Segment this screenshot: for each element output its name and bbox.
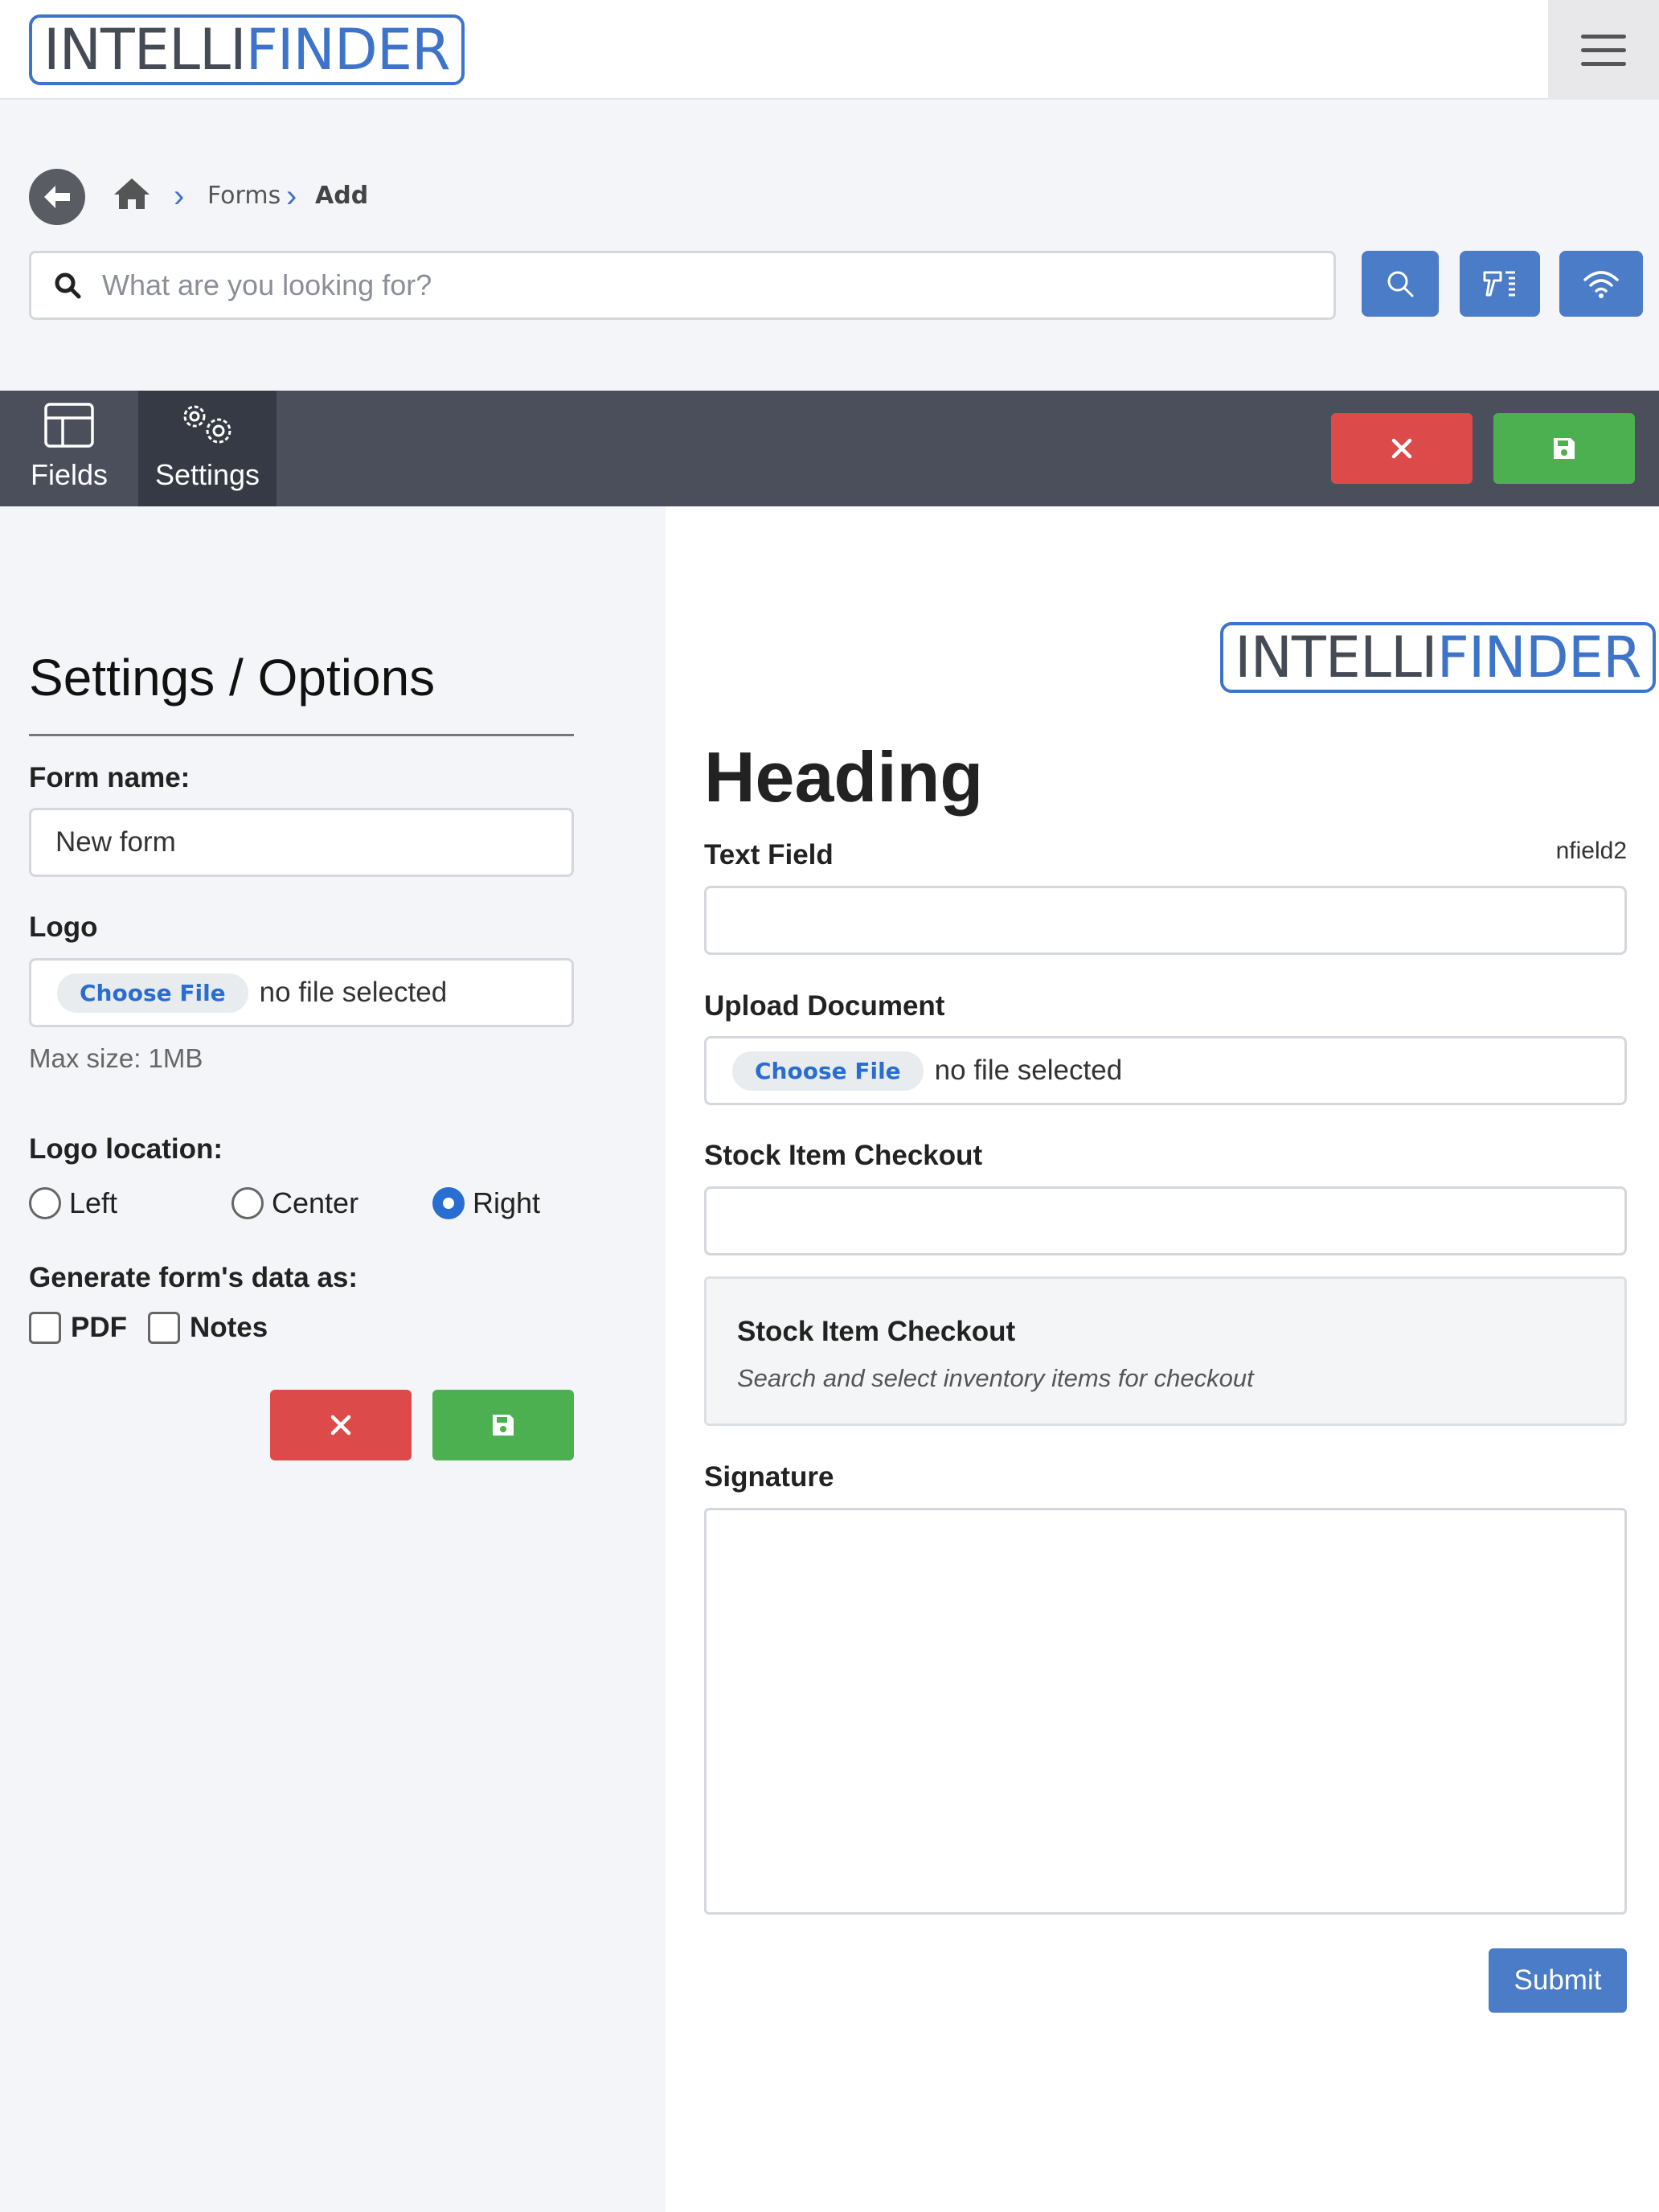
- checkbox-pdf[interactable]: PDF: [29, 1312, 127, 1344]
- logo-location-label: Logo location:: [29, 1133, 223, 1165]
- checkbox-box[interactable]: [29, 1312, 61, 1344]
- home-link[interactable]: [113, 177, 151, 215]
- breadcrumb-forms[interactable]: Forms: [207, 182, 281, 210]
- checkbox-pdf-label: PDF: [71, 1312, 127, 1343]
- checkbox-notes-label: Notes: [190, 1312, 268, 1343]
- text-field-input[interactable]: [704, 886, 1627, 955]
- submit-button[interactable]: Submit: [1489, 1948, 1627, 2013]
- wifi-button[interactable]: [1559, 251, 1643, 317]
- settings-save-button[interactable]: [432, 1390, 574, 1460]
- settings-title: Settings / Options: [29, 649, 436, 707]
- radio-circle[interactable]: [231, 1187, 264, 1219]
- stock-item-input[interactable]: [704, 1186, 1627, 1256]
- save-button[interactable]: [1493, 413, 1635, 484]
- search-input[interactable]: [102, 268, 1268, 302]
- upload-document-label: Upload Document: [704, 990, 945, 1022]
- scanner-icon: [1483, 271, 1515, 297]
- tab-settings[interactable]: Settings: [138, 391, 276, 506]
- generate-as-label: Generate form's data as:: [29, 1262, 358, 1293]
- form-name-input[interactable]: New form: [29, 808, 574, 877]
- brand-logo[interactable]: INTELLI FINDER: [29, 14, 465, 85]
- settings-cancel-button[interactable]: [270, 1390, 412, 1460]
- builder-toolbar: Fields Settings: [0, 391, 1659, 506]
- hamburger-icon: [1581, 34, 1626, 39]
- radio-circle-selected[interactable]: [432, 1187, 465, 1219]
- checkbox-notes[interactable]: Notes: [148, 1312, 268, 1344]
- text-field-label: Text Field: [704, 839, 834, 870]
- hamburger-line: [1581, 47, 1626, 52]
- stock-card-title: Stock Item Checkout: [737, 1316, 1016, 1347]
- logo-text-part1: INTELLI: [1235, 625, 1438, 690]
- no-file-text: no file selected: [259, 977, 448, 1008]
- stock-item-card[interactable]: Stock Item Checkout Search and select in…: [704, 1276, 1627, 1426]
- save-icon: [1554, 438, 1575, 459]
- stock-item-label: Stock Item Checkout: [704, 1140, 983, 1171]
- choose-file-button[interactable]: Choose File: [732, 1051, 924, 1091]
- logo-text-part1: INTELLI: [43, 17, 247, 83]
- gears-icon: [183, 405, 231, 444]
- hamburger-menu-button[interactable]: [1548, 0, 1659, 100]
- logo-file-input[interactable]: Choose File no file selected: [29, 958, 574, 1027]
- save-icon: [493, 1415, 514, 1436]
- radio-circle[interactable]: [29, 1187, 61, 1219]
- form-name-label: Form name:: [29, 762, 190, 793]
- tab-fields-label: Fields: [30, 458, 109, 491]
- arrow-left-icon: [44, 186, 70, 208]
- breadcrumb-add: Add: [315, 182, 369, 210]
- logo-text-part2: FINDER: [245, 17, 451, 83]
- divider: [29, 734, 574, 736]
- radio-logo-right[interactable]: Right: [432, 1186, 540, 1220]
- search-icon: [1387, 271, 1414, 297]
- layout-icon: [44, 403, 94, 448]
- preview-logo: INTELLI FINDER: [1220, 622, 1656, 693]
- cancel-button[interactable]: [1331, 413, 1473, 484]
- wifi-icon: [1583, 271, 1619, 298]
- radio-logo-left[interactable]: Left: [29, 1186, 117, 1220]
- search-icon: [55, 272, 81, 299]
- signature-pad[interactable]: [704, 1508, 1627, 1915]
- barcode-scan-button[interactable]: [1460, 251, 1540, 317]
- radio-logo-center[interactable]: Center: [231, 1186, 358, 1220]
- chevron-right-icon: ›: [174, 178, 185, 214]
- upload-document-input[interactable]: Choose File no file selected: [704, 1036, 1627, 1105]
- chevron-right-icon: ›: [286, 178, 297, 214]
- home-icon: [114, 178, 150, 209]
- form-heading[interactable]: Heading: [704, 736, 983, 818]
- search-bar[interactable]: [29, 251, 1336, 320]
- radio-center-label: Center: [272, 1186, 359, 1219]
- checkbox-box[interactable]: [148, 1312, 180, 1344]
- back-button[interactable]: [29, 169, 85, 225]
- radio-left-label: Left: [69, 1186, 118, 1219]
- close-icon: [1391, 438, 1412, 459]
- close-icon: [330, 1415, 351, 1436]
- logo-text-part2: FINDER: [1436, 625, 1642, 690]
- field-id: nfield2: [1555, 838, 1627, 864]
- tab-fields[interactable]: Fields: [0, 391, 138, 506]
- radio-right-label: Right: [473, 1186, 541, 1219]
- max-size-help: Max size: 1MB: [29, 1043, 203, 1073]
- form-preview-panel: INTELLI FINDER Heading Text Field nfield2…: [666, 506, 1659, 2212]
- search-button[interactable]: [1362, 251, 1439, 317]
- tab-settings-label: Settings: [154, 458, 260, 491]
- choose-file-button[interactable]: Choose File: [57, 973, 248, 1013]
- stock-card-description: Search and select inventory items for ch…: [737, 1364, 1254, 1392]
- signature-label: Signature: [704, 1461, 834, 1493]
- hamburger-line: [1581, 61, 1626, 66]
- logo-label: Logo: [29, 911, 98, 943]
- settings-panel: Settings / Options Form name: New form L…: [0, 506, 666, 2212]
- no-file-text: no file selected: [934, 1055, 1123, 1086]
- top-bar: INTELLI FINDER: [0, 0, 1659, 100]
